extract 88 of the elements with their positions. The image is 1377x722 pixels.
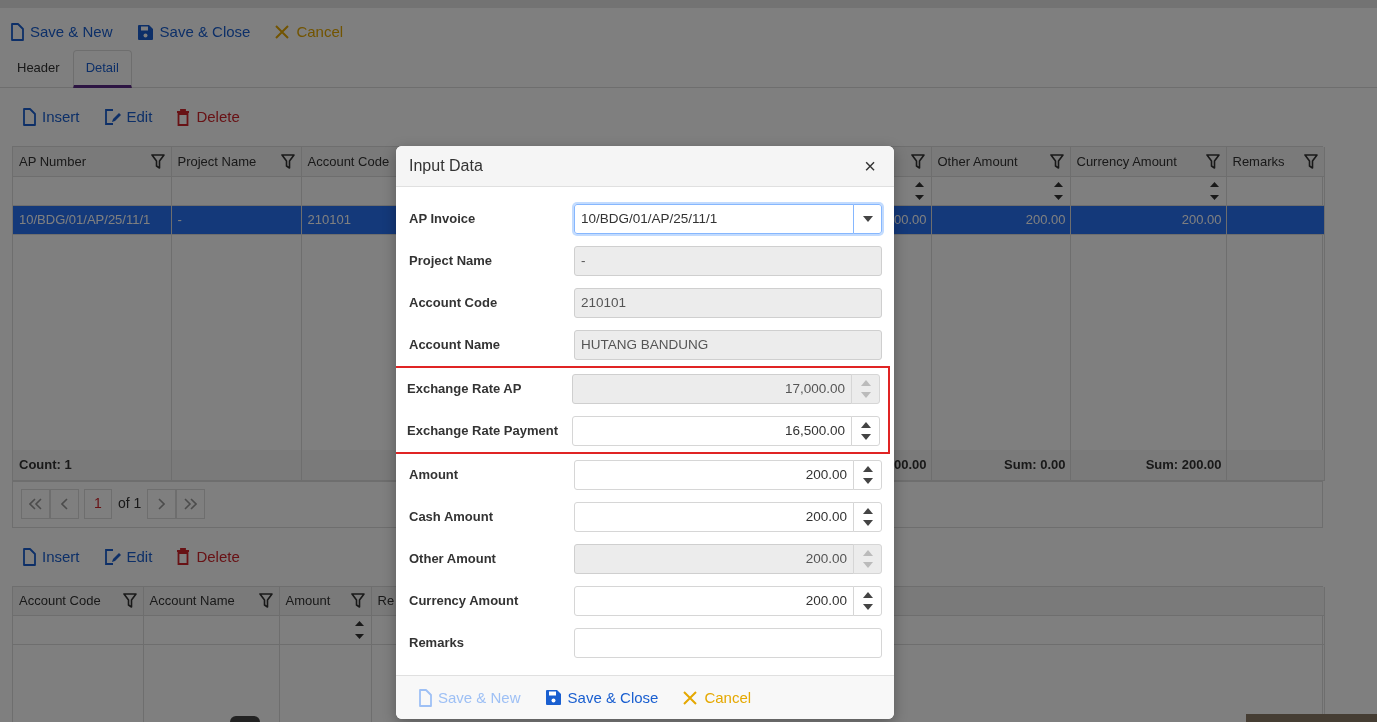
- trash-icon: [176, 548, 191, 565]
- triangle-down-icon: [862, 520, 873, 526]
- double-chevron-left-icon: [29, 497, 42, 510]
- number-field[interactable]: 200.00: [574, 460, 854, 490]
- chevron-left-icon: [61, 497, 68, 510]
- chevron-right-icon: [158, 497, 166, 510]
- filter-icon: [150, 153, 165, 169]
- table-cell: 200.00: [1181, 211, 1222, 227]
- filter-icon: [280, 153, 295, 169]
- summary-text: 00.00: [893, 457, 927, 472]
- filter-icon: [258, 593, 273, 609]
- filter-icon: [122, 593, 137, 609]
- sort-arrows-icon: [913, 179, 925, 202]
- pencil-on-document-icon: [103, 108, 121, 126]
- filter-icon: [1303, 153, 1318, 169]
- file-icon: [418, 688, 432, 707]
- dropdown-button[interactable]: [853, 204, 882, 234]
- filter-icon: [1205, 153, 1220, 169]
- field-label: Cash Amount: [409, 508, 495, 527]
- file-icon: [22, 547, 36, 566]
- triangle-down-icon: [862, 562, 873, 568]
- number-field[interactable]: 200.00: [574, 502, 854, 532]
- table-cell: 00.00: [893, 211, 927, 227]
- triangle-down-icon: [862, 604, 873, 610]
- number-field[interactable]: 200.00: [574, 586, 854, 616]
- page-count: of 1: [118, 494, 142, 513]
- tab[interactable]: Header: [4, 50, 73, 88]
- double-chevron-right-icon: [184, 497, 198, 510]
- field-label: Other Amount: [409, 550, 497, 569]
- summary-text: Sum: 0.00: [1004, 457, 1066, 472]
- field-label: Exchange Rate Payment: [407, 422, 559, 441]
- field-label: Currency Amount: [409, 592, 520, 611]
- spin-control[interactable]: [853, 502, 882, 532]
- field-label: Exchange Rate AP: [407, 380, 523, 399]
- tab[interactable]: Detail: [72, 50, 132, 88]
- insert-button[interactable]: Insert: [20, 105, 82, 129]
- triangle-down-icon: [860, 392, 871, 398]
- triangle-up-icon: [862, 508, 873, 514]
- triangle-up-icon: [862, 466, 873, 472]
- insert-button[interactable]: Insert: [20, 544, 82, 569]
- table-cell: -: [177, 211, 182, 227]
- triangle-up-icon: [860, 380, 871, 386]
- field-label: Account Name: [409, 336, 502, 355]
- field-label: Remarks: [409, 634, 465, 653]
- x-icon: [274, 24, 291, 40]
- field-label: Amount: [409, 466, 460, 485]
- delete-button[interactable]: Delete: [174, 105, 242, 129]
- save-and-new-button[interactable]: Save & New: [8, 20, 115, 44]
- column-header[interactable]: Account Code: [307, 151, 390, 171]
- dialog-title: Input Data: [409, 156, 483, 176]
- triangle-up-icon: [862, 550, 873, 556]
- table-cell: 210101: [307, 211, 351, 227]
- edit-button[interactable]: Edit: [101, 105, 155, 129]
- field-label: AP Invoice: [409, 210, 477, 229]
- column-header[interactable]: Re: [377, 591, 395, 611]
- delete-button[interactable]: Delete: [174, 544, 242, 569]
- triangle-down-icon: [862, 478, 873, 484]
- file-icon: [10, 23, 24, 41]
- save-and-close-button[interactable]: Save & Close: [542, 685, 661, 710]
- field-label: Account Code: [409, 294, 499, 313]
- triangle-up-icon: [862, 592, 873, 598]
- summary-text: Count: 1: [19, 457, 72, 472]
- triangle-down-icon: [860, 434, 871, 440]
- file-icon: [22, 108, 36, 126]
- filter-icon: [910, 153, 925, 169]
- field-label: Project Name: [409, 252, 494, 271]
- sort-arrows-icon: [353, 619, 365, 641]
- summary-text: Sum: 200.00: [1145, 457, 1222, 472]
- table-cell: 200.00: [1025, 211, 1066, 227]
- caret-down-icon: [862, 216, 873, 222]
- edit-button[interactable]: Edit: [101, 544, 155, 569]
- table-cell: 10/BDG/01/AP/25/11/1: [19, 211, 151, 227]
- text-field[interactable]: [574, 628, 882, 658]
- sort-arrows-icon: [1208, 179, 1220, 202]
- triangle-up-icon: [860, 422, 871, 428]
- combo-box-field[interactable]: 10/BDG/01/AP/25/11/1: [574, 204, 854, 234]
- filter-icon: [350, 593, 365, 609]
- pencil-on-document-icon: [103, 547, 121, 566]
- page-number-field[interactable]: 1: [84, 488, 112, 519]
- filter-icon: [1049, 153, 1064, 169]
- spin-control[interactable]: [853, 460, 882, 490]
- close-button[interactable]: ×: [860, 156, 880, 176]
- save-and-close-button[interactable]: Save & Close: [134, 20, 253, 44]
- sort-arrows-icon: [1052, 179, 1064, 202]
- x-icon: [682, 689, 699, 706]
- spin-control[interactable]: [853, 586, 882, 616]
- trash-icon: [176, 108, 191, 126]
- loading-indicator: [230, 716, 260, 722]
